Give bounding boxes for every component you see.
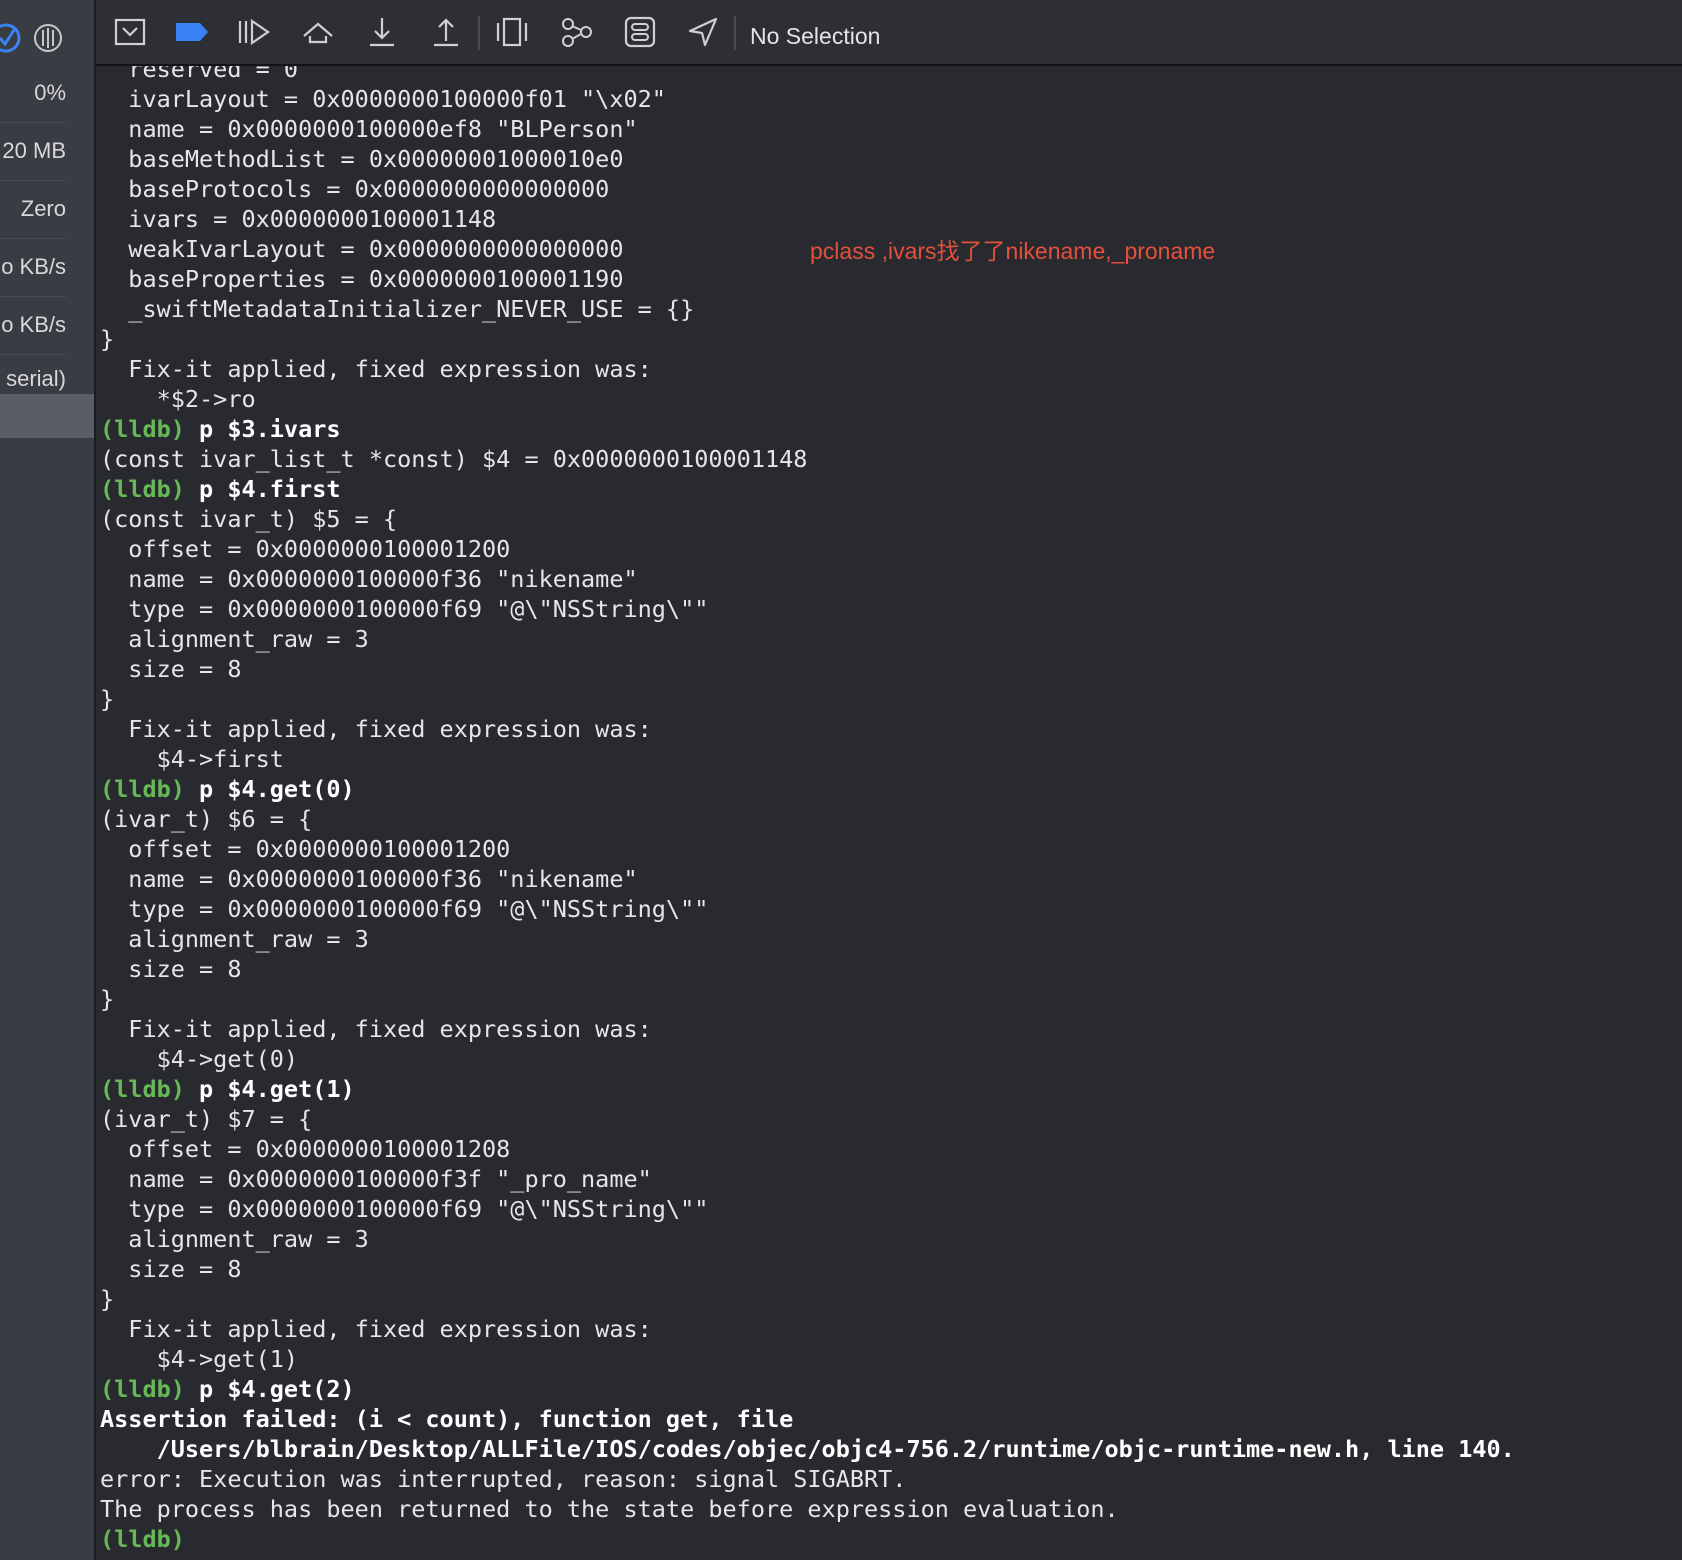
console-command-text: p $4.first	[184, 475, 341, 503]
continue-icon[interactable]	[234, 14, 274, 50]
memory-gauge-icon[interactable]	[34, 24, 62, 52]
console-command-line: (lldb) p $4.first	[100, 474, 1515, 504]
console-output-line: Fix-it applied, fixed expression was:	[100, 1315, 652, 1343]
step-over-icon[interactable]	[298, 14, 338, 50]
console-output-line: type = 0x0000000100000f69 "@\"NSString\"…	[100, 595, 709, 623]
console-output-line: }	[100, 325, 115, 353]
console-output-line: name = 0x0000000100000f36 "nikename"	[100, 865, 638, 893]
lldb-prompt: (lldb)	[100, 475, 185, 503]
console-output-line: ivars = 0x0000000100001148	[100, 205, 497, 233]
lldb-console[interactable]: reserved = 0 ivarLayout = 0x000000010000…	[96, 66, 1682, 1560]
console-output-line: offset = 0x0000000100001200	[100, 535, 511, 563]
console-output-line: alignment_raw = 3	[100, 625, 369, 653]
console-output-line: size = 8	[100, 655, 242, 683]
console-output-line: alignment_raw = 3	[100, 1225, 369, 1253]
breakpoints-toggle-icon[interactable]	[172, 14, 212, 50]
hide-debug-area-icon[interactable]	[110, 14, 150, 50]
console-output-line: baseProtocols = 0x0000000000000000	[100, 175, 610, 203]
debug-toolbar: No Selection	[96, 0, 1682, 66]
lldb-prompt: (lldb)	[100, 1525, 185, 1553]
console-output-line: type = 0x0000000100000f69 "@\"NSString\"…	[100, 1195, 709, 1223]
console-output-line: }	[100, 985, 115, 1013]
lldb-prompt: (lldb)	[100, 775, 185, 803]
console-output-line: $4->get(1)	[100, 1345, 299, 1373]
console-assertion-line: /Users/blbrain/Desktop/ALLFile/IOS/codes…	[100, 1435, 1515, 1463]
console-output-line: reserved = 0	[100, 66, 299, 83]
console-output-line: (const ivar_t) $5 = {	[100, 505, 398, 533]
console-output-line: name = 0x0000000100000ef8 "BLPerson"	[100, 115, 638, 143]
console-output-line: offset = 0x0000000100001200	[100, 835, 511, 863]
disk-gauge-value[interactable]: o KB/s	[0, 238, 66, 297]
console-output-line: baseMethodList = 0x00000001000010e0	[100, 145, 624, 173]
console-output-line: size = 8	[100, 1255, 242, 1283]
console-command-line: (lldb) p $3.ivars	[100, 414, 1515, 444]
debug-gauges-sidebar: 0% 20 MB Zero o KB/s o KB/s serial)	[0, 0, 96, 1560]
console-output: reserved = 0 ivarLayout = 0x000000010000…	[100, 66, 1515, 1554]
console-output-line: ivarLayout = 0x0000000100000f01 "\x02"	[100, 85, 666, 113]
console-output-line: (const ivar_list_t *const) $4 = 0x000000…	[100, 445, 808, 473]
toolbar-separator	[734, 16, 736, 50]
console-output-line: *$2->ro	[100, 385, 256, 413]
memory-gauge-value[interactable]: 20 MB	[0, 122, 66, 181]
lldb-prompt: (lldb)	[100, 415, 185, 443]
debug-view-hierarchy-icon[interactable]	[492, 14, 532, 50]
step-out-icon[interactable]	[426, 14, 466, 50]
console-output-line: name = 0x0000000100000f36 "nikename"	[100, 565, 638, 593]
console-output-line: baseProperties = 0x0000000100001190	[100, 265, 624, 293]
console-output-line: Fix-it applied, fixed expression was:	[100, 715, 652, 743]
console-command-line: (lldb) p $4.get(2)	[100, 1374, 1515, 1404]
console-output-line: offset = 0x0000000100001208	[100, 1135, 511, 1163]
selected-sidebar-row[interactable]	[0, 394, 94, 438]
console-command-line: (lldb) p $4.get(1)	[100, 1074, 1515, 1104]
console-output-line: error: Execution was interrupted, reason…	[100, 1465, 907, 1493]
console-output-line: $4->first	[100, 745, 284, 773]
cpu-gauge-icon[interactable]	[0, 23, 21, 53]
console-command-text: p $4.get(2)	[184, 1375, 355, 1403]
toolbar-separator	[478, 16, 480, 50]
console-assertion-line: Assertion failed: (i < count), function …	[100, 1405, 794, 1433]
console-command-line: (lldb) p $4.get(0)	[100, 774, 1515, 804]
console-command-text: p $4.get(1)	[184, 1075, 355, 1103]
console-output-line: _swiftMetadataInitializer_NEVER_USE = {}	[100, 295, 695, 323]
simulate-location-icon[interactable]	[684, 14, 724, 50]
console-output-line: (ivar_t) $7 = {	[100, 1105, 313, 1133]
console-output-line: Fix-it applied, fixed expression was:	[100, 1015, 652, 1043]
lldb-prompt: (lldb)	[100, 1375, 185, 1403]
console-output-line: (ivar_t) $6 = {	[100, 805, 313, 833]
console-output-line: name = 0x0000000100000f3f "_pro_name"	[100, 1165, 652, 1193]
console-command-text: p $4.get(0)	[184, 775, 355, 803]
step-into-icon[interactable]	[362, 14, 402, 50]
debug-gauge-icons	[0, 23, 62, 53]
environment-overrides-icon[interactable]	[620, 14, 660, 50]
annotation-note: pclass ,ivars找了了nikename,_proname	[810, 238, 1216, 264]
stack-frame-selection-label[interactable]: No Selection	[750, 0, 880, 72]
console-output-line: The process has been returned to the sta…	[100, 1495, 1119, 1523]
lldb-prompt: (lldb)	[100, 1075, 185, 1103]
debug-memory-graph-icon[interactable]	[556, 14, 596, 50]
console-output-line: alignment_raw = 3	[100, 925, 369, 953]
console-output-line: size = 8	[100, 955, 242, 983]
console-output-line: }	[100, 1285, 115, 1313]
console-command-line: (lldb)	[100, 1524, 1515, 1554]
console-output-line: type = 0x0000000100000f69 "@\"NSString\"…	[100, 895, 709, 923]
console-output-line: Fix-it applied, fixed expression was:	[100, 355, 652, 383]
network-gauge-value[interactable]: o KB/s	[0, 296, 66, 355]
console-output-line: }	[100, 685, 115, 713]
energy-gauge-value[interactable]: Zero	[0, 180, 66, 239]
console-output-line: $4->get(0)	[100, 1045, 299, 1073]
console-output-line: weakIvarLayout = 0x0000000000000000	[100, 235, 624, 263]
cpu-gauge-value[interactable]: 0%	[0, 64, 66, 123]
console-command-text: p $3.ivars	[184, 415, 341, 443]
